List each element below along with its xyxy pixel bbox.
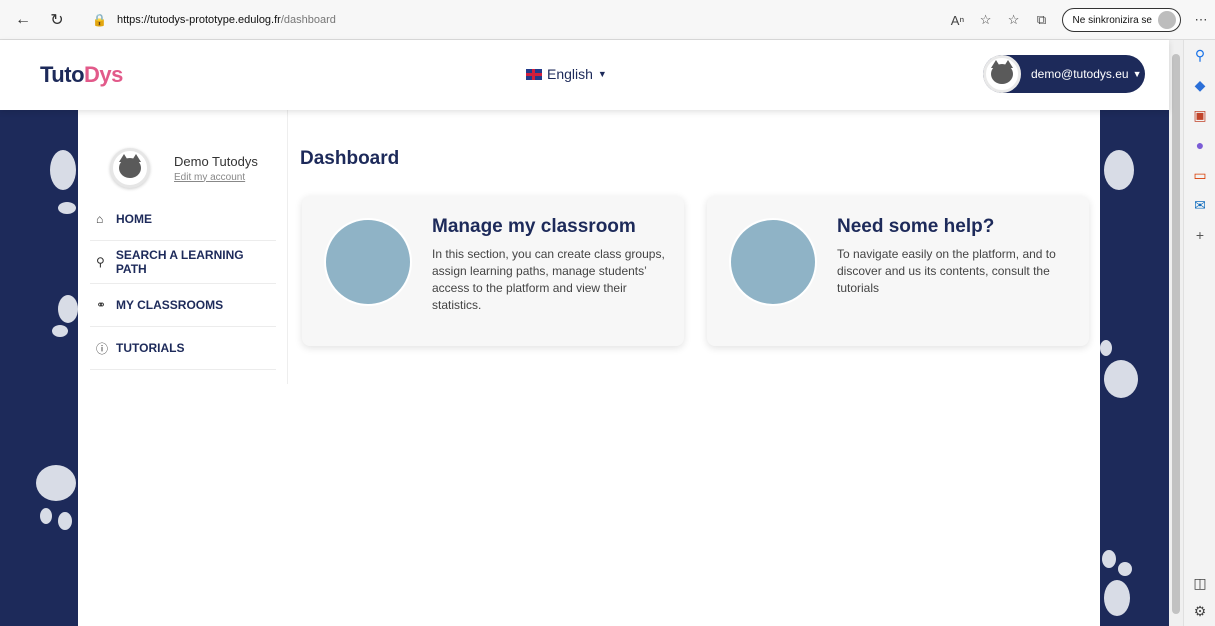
help-card[interactable]: Need some help? To navigate easily on th… xyxy=(707,196,1089,346)
favorites-icon[interactable]: ☆ xyxy=(1000,12,1028,28)
search-icon[interactable]: ⚲ xyxy=(1184,40,1215,70)
browser-toolbar: ← ↻ 🔒 https://tutodys-prototype.edulog.f… xyxy=(0,0,1215,40)
logo-main: Tuto xyxy=(40,62,85,87)
profile-name: Demo Tutodys xyxy=(174,153,258,169)
settings-icon[interactable]: ⚙ xyxy=(1184,596,1215,626)
users-icon: ⚭ xyxy=(96,298,107,312)
url-path: /dashboard xyxy=(280,14,336,26)
page-title: Dashboard xyxy=(300,148,400,169)
sidebar-item-label: MY CLASSROOMS xyxy=(116,298,224,312)
paw-icon xyxy=(36,465,76,501)
sidebar-toggle-icon[interactable]: ◫ xyxy=(1184,568,1215,598)
paw-icon xyxy=(52,325,68,337)
paw-icon xyxy=(1100,340,1112,356)
add-icon[interactable]: + xyxy=(1184,220,1215,250)
uk-flag-icon xyxy=(526,68,542,80)
back-icon[interactable]: ← xyxy=(12,9,34,31)
avatar xyxy=(983,55,1021,93)
card-illustration xyxy=(324,218,412,306)
paw-icon xyxy=(1104,150,1134,190)
sidebar-item-label: TUTORIALS xyxy=(116,341,185,355)
paw-icon xyxy=(1118,562,1132,576)
sidebar-item-label: SEARCH A LEARNING PATH xyxy=(115,248,244,276)
card-title: Need some help? xyxy=(837,216,995,237)
sidebar-menu: ⌂ HOME ⚲ SEARCH A LEARNING PATH ⚭ MY CLA… xyxy=(90,198,276,370)
paw-icon xyxy=(50,150,76,190)
sync-button[interactable]: Ne sinkronizira se xyxy=(1061,8,1181,32)
collections-icon[interactable]: ⧉ xyxy=(1028,12,1056,28)
more-menu-icon[interactable]: ⋯ xyxy=(1187,12,1215,28)
tutodys-logo[interactable]: TutoDys xyxy=(40,62,123,88)
card-illustration xyxy=(729,218,817,306)
paw-icon xyxy=(40,508,52,524)
paw-icon xyxy=(1102,550,1116,568)
sidebar-item-label: HOME xyxy=(116,212,152,226)
edge-sidebar: ⚲ ◆ ▣ ● ▭ ✉ + ◫ ⚙ xyxy=(1183,40,1215,626)
sidebar-item-my-classrooms[interactable]: ⚭ MY CLASSROOMS xyxy=(90,284,276,327)
home-icon: ⌂ xyxy=(96,212,104,226)
page-scrollbar[interactable] xyxy=(1169,40,1183,626)
paw-icon xyxy=(58,295,78,323)
refresh-icon[interactable]: ↻ xyxy=(46,9,68,31)
sidebar-item-tutorials[interactable]: ⓘ TUTORIALS xyxy=(90,327,276,370)
office-icon[interactable]: ▭ xyxy=(1184,160,1215,190)
language-label: English xyxy=(547,66,593,82)
paw-icon xyxy=(58,202,76,214)
sidebar-item-home[interactable]: ⌂ HOME xyxy=(90,198,276,241)
sidebar: Demo Tutodys Edit my account ⌂ HOME ⚲ SE… xyxy=(78,110,288,384)
logo-accent: Dys xyxy=(84,62,123,87)
search-icon: ⚲ xyxy=(96,255,105,269)
profile-avatar-icon xyxy=(1158,11,1176,29)
address-bar[interactable]: 🔒 https://tutodys-prototype.edulog.fr/da… xyxy=(92,7,922,33)
cat-icon xyxy=(991,60,1013,84)
user-menu[interactable]: demo@tutodys.eu ▼ xyxy=(983,55,1145,93)
paw-icon xyxy=(1104,360,1138,398)
card-title: Manage my classroom xyxy=(432,216,636,237)
language-selector[interactable]: English ▼ xyxy=(526,66,607,82)
main-content: Demo Tutodys Edit my account ⌂ HOME ⚲ SE… xyxy=(78,110,1100,626)
cat-icon xyxy=(119,154,141,178)
games-icon[interactable]: ● xyxy=(1184,130,1215,160)
sync-label: Ne sinkronizira se xyxy=(1072,14,1152,26)
shopping-tag-icon[interactable]: ◆ xyxy=(1184,70,1215,100)
paw-icon xyxy=(58,512,72,530)
user-email: demo@tutodys.eu xyxy=(1031,67,1129,81)
card-description: In this section, you can create class gr… xyxy=(432,247,665,312)
url-host: https://tutodys-prototype.edulog.fr xyxy=(116,14,281,26)
paw-icon xyxy=(1104,580,1130,616)
scrollbar-thumb[interactable] xyxy=(1172,54,1180,614)
favorite-add-icon[interactable]: ☆ xyxy=(972,12,1000,28)
card-description: To navigate easily on the platform, and … xyxy=(837,247,1056,295)
edit-account-link[interactable]: Edit my account xyxy=(174,172,258,183)
avatar xyxy=(110,148,150,188)
profile-block: Demo Tutodys Edit my account xyxy=(110,148,258,188)
sidebar-item-search-learning-path[interactable]: ⚲ SEARCH A LEARNING PATH xyxy=(90,241,276,284)
app-header: TutoDys English ▼ demo@tutodys.eu ▼ xyxy=(0,40,1169,110)
lock-icon: 🔒 xyxy=(92,13,107,27)
manage-classroom-card[interactable]: Manage my classroom In this section, you… xyxy=(302,196,684,346)
read-aloud-icon[interactable]: Aⁿ xyxy=(944,13,972,28)
outlook-icon[interactable]: ✉ xyxy=(1184,190,1215,220)
help-icon: ⓘ xyxy=(96,341,109,356)
chevron-down-icon: ▼ xyxy=(597,69,607,79)
chevron-down-icon: ▼ xyxy=(1132,69,1142,79)
toolbox-icon[interactable]: ▣ xyxy=(1184,100,1215,130)
